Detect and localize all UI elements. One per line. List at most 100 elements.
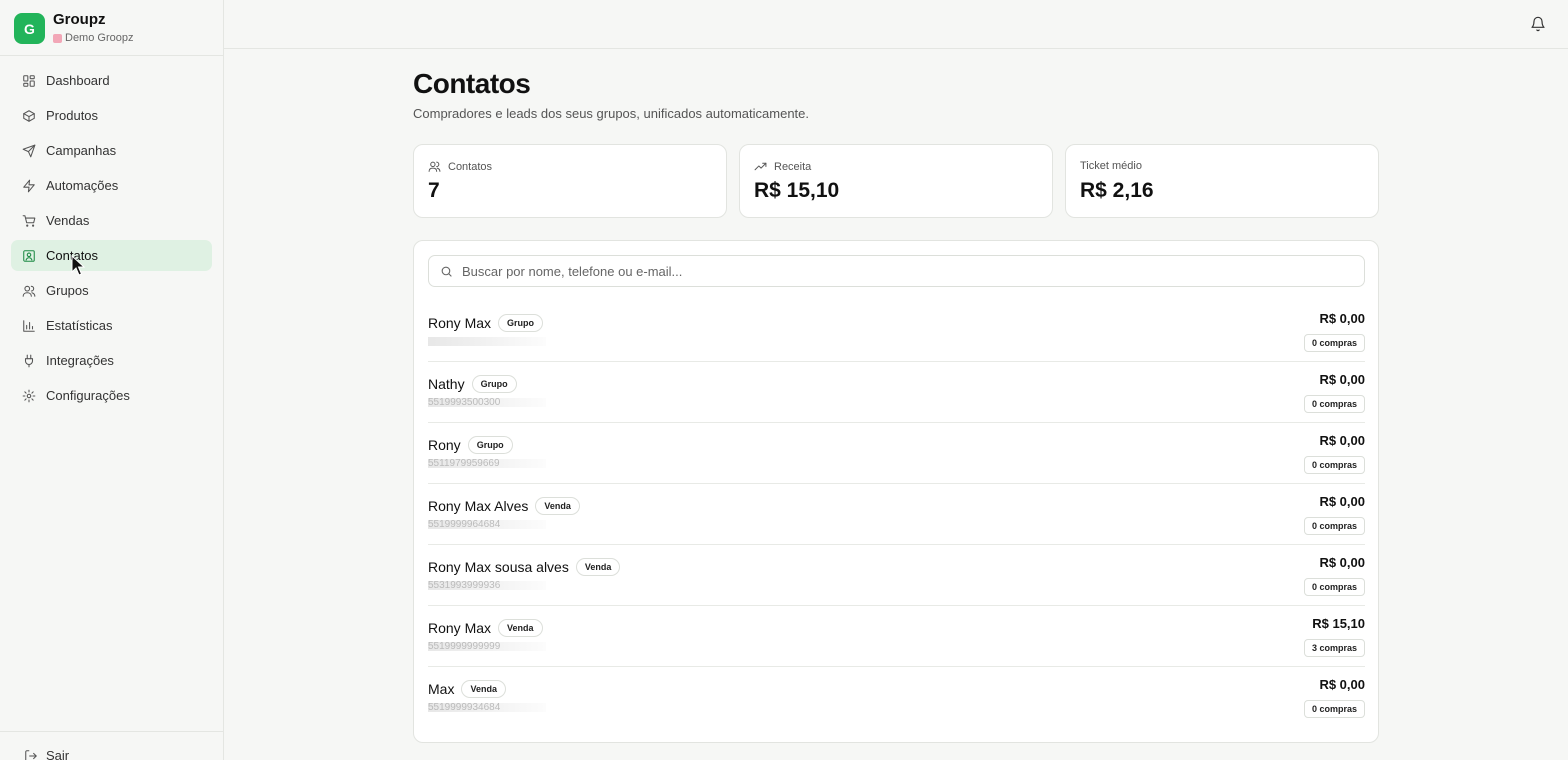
contact-name-line: Rony Grupo <box>428 436 513 454</box>
contact-row[interactable]: Nathy Grupo 5519993500300 R$ 0,00 0 comp… <box>428 362 1365 423</box>
purchase-count-badge: 0 compras <box>1303 334 1365 352</box>
zap-icon <box>22 179 36 193</box>
source-badge: Grupo <box>467 436 513 454</box>
sidebar-item-label: Automações <box>46 178 119 193</box>
sidebar: G Groupz Demo Groopz Dashboard Produtos … <box>0 0 224 760</box>
workspace-label: Demo Groopz <box>53 31 133 45</box>
sidebar-item-label: Produtos <box>46 108 99 123</box>
stat-card-ticket: Ticket médio R$ 2,16 <box>1065 144 1379 218</box>
contact-name-line: Rony Max Grupo <box>428 314 544 332</box>
source-badge: Venda <box>498 619 543 637</box>
sidebar-item-campanhas[interactable]: Campanhas <box>11 135 212 166</box>
contact-amount: R$ 0,00 <box>1319 311 1365 326</box>
sidebar-nav: Dashboard Produtos Campanhas Automações … <box>11 65 212 415</box>
stat-value: R$ 15,10 <box>754 179 840 202</box>
source-badge: Venda <box>575 558 621 576</box>
notification-bell-icon[interactable] <box>1530 16 1546 32</box>
sidebar-item-label: Vendas <box>46 213 90 228</box>
contact-amount: R$ 0,00 <box>1319 372 1365 387</box>
contact-name: Nathy <box>428 376 465 392</box>
contact-phone: 5519999934684 <box>428 703 546 712</box>
brand[interactable]: G Groupz Demo Groopz <box>14 12 133 45</box>
brand-name: Groupz <box>53 11 106 28</box>
contact-phone: 5531993999936 <box>428 581 546 590</box>
plug-icon <box>22 354 36 368</box>
gear-icon <box>22 389 36 403</box>
purchase-count-badge: 0 compras <box>1303 578 1365 596</box>
contact-name: Rony Max Alves <box>428 498 529 514</box>
contact-amount: R$ 0,00 <box>1319 494 1365 509</box>
sidebar-item-label: Grupos <box>46 283 89 298</box>
contact-name: Max <box>428 681 455 697</box>
stat-card-contacts: Contatos 7 <box>413 144 727 218</box>
stat-label-text: Contatos <box>448 160 493 173</box>
package-icon <box>22 109 36 123</box>
contact-name-line: Rony Max Venda <box>428 619 543 637</box>
workspace-name: Demo Groopz <box>65 32 134 44</box>
sidebar-item-integracoes[interactable]: Integrações <box>11 345 212 376</box>
layout-grid-icon <box>22 74 36 88</box>
stat-label-text: Ticket médio <box>1080 160 1142 172</box>
topbar <box>224 0 1568 49</box>
purchase-count-badge: 0 compras <box>1303 700 1365 718</box>
stat-card-revenue: Receita R$ 15,10 <box>739 144 1053 218</box>
contact-amount: R$ 15,10 <box>1312 616 1365 631</box>
sidebar-item-label: Integrações <box>46 353 114 368</box>
contact-icon <box>22 249 36 263</box>
trending-up-icon <box>754 162 767 171</box>
contact-name-line: Nathy Grupo <box>428 375 517 393</box>
cart-icon <box>22 214 36 228</box>
contact-name-line: Max Venda <box>428 680 506 698</box>
divider <box>0 55 223 56</box>
contact-row[interactable]: Rony Max sousa alves Venda 5531993999936… <box>428 545 1365 606</box>
contact-amount: R$ 0,00 <box>1319 433 1365 448</box>
contact-phone: 5511979959669 <box>428 459 546 468</box>
contact-name: Rony Max <box>428 620 492 636</box>
send-icon <box>22 144 36 158</box>
sidebar-item-grupos[interactable]: Grupos <box>11 275 212 306</box>
purchase-count-badge: 0 compras <box>1303 456 1365 474</box>
bar-chart-icon <box>22 319 36 333</box>
workspace-icon <box>53 33 62 43</box>
sidebar-item-label: Campanhas <box>46 143 117 158</box>
contact-name: Rony Max sousa alves <box>428 559 569 575</box>
sidebar-item-configuracoes[interactable]: Configurações <box>11 380 212 411</box>
contact-row[interactable]: Rony Max Alves Venda 5519999964684 R$ 0,… <box>428 484 1365 545</box>
logout-button[interactable]: Sair <box>24 748 69 760</box>
contact-phone <box>428 337 546 346</box>
contact-phone: 5519993500300 <box>428 398 546 407</box>
contact-name-line: Rony Max sousa alves Venda <box>428 558 621 576</box>
sidebar-item-dashboard[interactable]: Dashboard <box>11 65 212 96</box>
brand-text: Groupz Demo Groopz <box>53 12 133 45</box>
purchase-count-badge: 0 compras <box>1303 517 1365 535</box>
page-subtitle: Compradores e leads dos seus grupos, uni… <box>413 106 809 121</box>
contact-row[interactable]: Max Venda 5519999934684 R$ 0,00 0 compra… <box>428 667 1365 728</box>
search-input[interactable] <box>462 263 1342 279</box>
source-badge: Grupo <box>471 375 517 393</box>
sidebar-item-produtos[interactable]: Produtos <box>11 100 212 131</box>
source-badge: Venda <box>461 680 506 698</box>
contact-amount: R$ 0,00 <box>1319 555 1365 570</box>
logout-label: Sair <box>46 748 70 760</box>
sidebar-item-label: Dashboard <box>46 73 110 88</box>
source-badge: Venda <box>535 497 580 515</box>
source-badge: Grupo <box>498 314 544 332</box>
contact-phone: 5519999999999 <box>428 642 546 651</box>
users-icon <box>22 284 36 298</box>
sidebar-item-estatisticas[interactable]: Estatísticas <box>11 310 212 341</box>
purchase-count-badge: 0 compras <box>1303 395 1365 413</box>
contact-row[interactable]: Rony Grupo 5511979959669 R$ 0,00 0 compr… <box>428 423 1365 484</box>
sidebar-item-automacoes[interactable]: Automações <box>11 170 212 201</box>
contact-row[interactable]: Rony Max Venda 5519999999999 R$ 15,10 3 … <box>428 606 1365 667</box>
contacts-list: Rony Max Grupo R$ 0,00 0 compras Nathy G… <box>428 301 1365 728</box>
search-box[interactable] <box>428 255 1365 287</box>
sidebar-item-contatos[interactable]: Contatos <box>11 240 212 271</box>
sidebar-item-label: Estatísticas <box>46 318 113 333</box>
stat-label: Contatos <box>428 160 492 173</box>
contact-row[interactable]: Rony Max Grupo R$ 0,00 0 compras <box>428 301 1365 362</box>
logout-icon <box>25 749 37 760</box>
contact-phone: 5519999964684 <box>428 520 546 529</box>
sidebar-item-vendas[interactable]: Vendas <box>11 205 212 236</box>
sidebar-item-label: Configurações <box>46 388 130 403</box>
contacts-panel: Rony Max Grupo R$ 0,00 0 compras Nathy G… <box>413 240 1379 743</box>
